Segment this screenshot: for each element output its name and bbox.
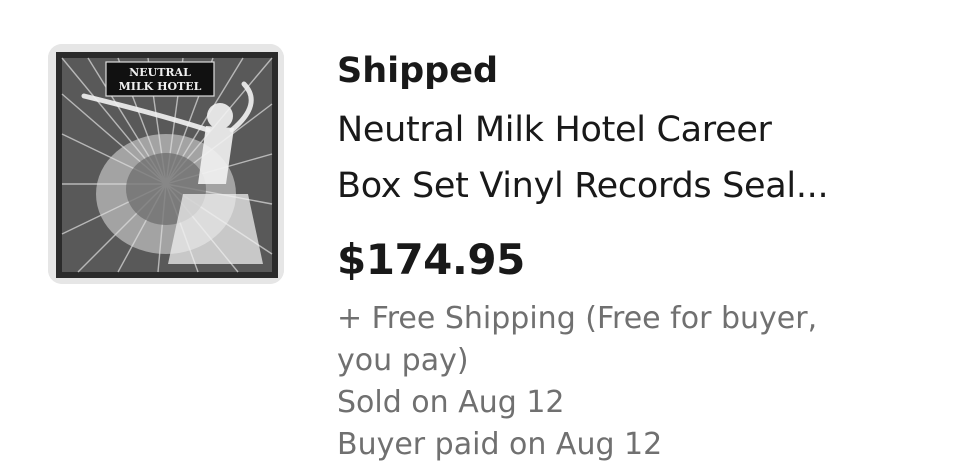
album-cover-image: NEUTRAL MILK HOTEL: [48, 44, 284, 284]
item-price: $174.95: [337, 235, 525, 284]
sold-date: Sold on Aug 12: [337, 385, 565, 420]
item-title-line-2: Box Set Vinyl Records Seal...: [337, 166, 829, 206]
album-label-line1: NEUTRAL: [129, 66, 191, 79]
item-thumbnail[interactable]: NEUTRAL MILK HOTEL: [48, 44, 284, 284]
order-meta: + Free Shipping (Free for buyer, you pay…: [337, 298, 937, 466]
item-details: Shipped Neutral Milk Hotel Career Box Se…: [337, 48, 937, 466]
album-label-line2: MILK HOTEL: [119, 80, 202, 93]
buyer-paid-date: Buyer paid on Aug 12: [337, 427, 663, 462]
item-title-line-1: Neutral Milk Hotel Career: [337, 110, 772, 150]
order-item-card[interactable]: NEUTRAL MILK HOTEL Shipped Neutral Milk …: [0, 0, 960, 471]
order-status: Shipped: [337, 51, 499, 91]
shipping-info-line-2: you pay): [337, 343, 469, 378]
shipping-info-line-1: + Free Shipping (Free for buyer,: [337, 301, 818, 336]
item-title[interactable]: Neutral Milk Hotel Career Box Set Vinyl …: [337, 102, 917, 214]
